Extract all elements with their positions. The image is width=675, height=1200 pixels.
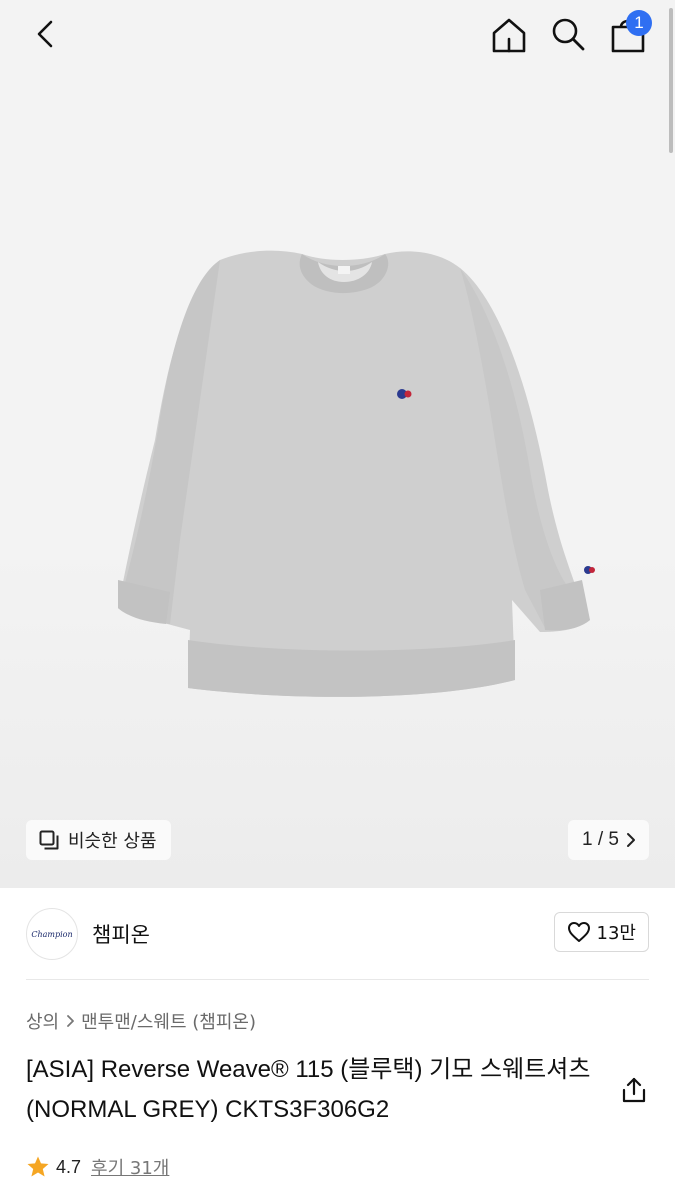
product-image[interactable] [70,240,615,710]
share-button[interactable] [614,1070,654,1110]
heart-icon [567,922,590,942]
star-icon [27,1156,49,1177]
image-pager-label: 1 / 5 [582,829,619,850]
top-navigation-bar: 1 [0,0,675,72]
breadcrumb-item-category[interactable]: 상의 [26,1008,59,1034]
brand-logo-text: Champion [31,929,73,939]
rating-row: 4.7 후기 31개 [26,1152,169,1182]
breadcrumb-item-subcategory[interactable]: 맨투맨/스웨트 (챔피온) [81,1008,256,1034]
like-count: 13만 [596,923,636,944]
like-button[interactable]: 13만 [553,912,649,952]
search-button[interactable] [544,10,592,58]
cart-button[interactable]: 1 [602,8,654,60]
brand-logo[interactable]: Champion [26,908,78,960]
search-icon [552,18,585,51]
home-button[interactable] [484,10,534,60]
similar-products-label: 비슷한 상품 [68,831,157,852]
chevron-right-icon [627,833,635,847]
share-icon [622,1077,646,1103]
back-button[interactable] [22,10,70,58]
review-count-link[interactable]: 후기 31개 [91,1154,169,1180]
cart-count-badge: 1 [626,10,652,36]
product-title: [ASIA] Reverse Weave® 115 (블루택) 기모 스웨트셔츠… [26,1056,591,1123]
chevron-right-icon [67,1015,75,1027]
product-image-gallery[interactable]: 1 비슷한 상품 1 / 5 [0,0,675,888]
chevron-left-icon [37,20,53,48]
similar-items-icon [39,830,59,850]
rating-value: 4.7 [56,1156,82,1177]
brand-name[interactable]: 챔피온 [92,919,150,949]
image-pager-button[interactable]: 1 / 5 [568,820,649,860]
section-divider [26,979,649,980]
home-icon [492,18,526,53]
brand-row: Champion 챔피온 13만 [26,906,649,962]
similar-products-button[interactable]: 비슷한 상품 [26,820,171,860]
breadcrumb: 상의 맨투맨/스웨트 (챔피온) [26,1006,256,1036]
